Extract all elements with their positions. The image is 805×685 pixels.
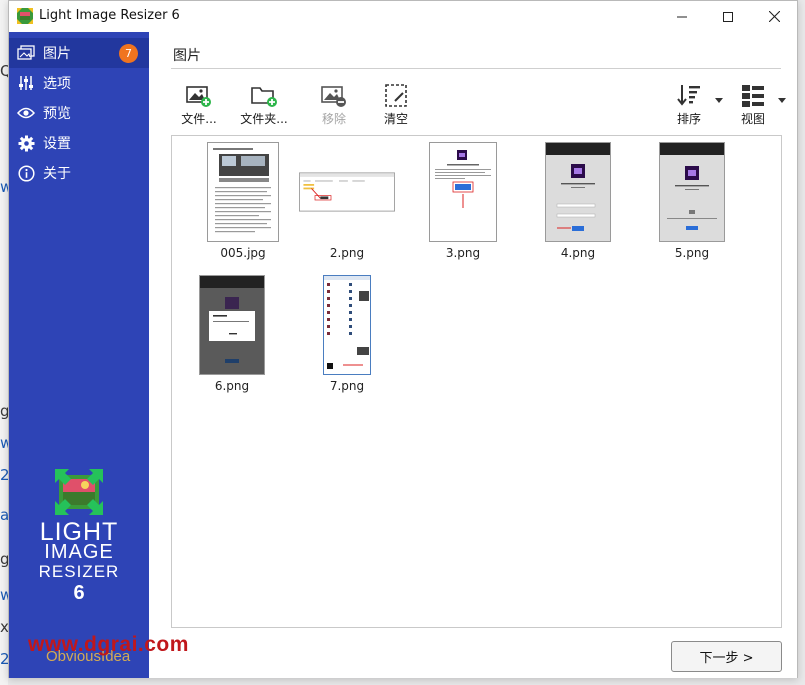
main-panel: 图片 文件... 文件夹... 移除 清空 排序 视图 005.jpg 2.pn… [149, 32, 797, 678]
window-title: Light Image Resizer 6 [39, 8, 180, 23]
sort-label: 排序 [676, 112, 701, 126]
remove-label: 移除 [321, 112, 346, 126]
sliders-icon [17, 74, 35, 92]
sidebar-item-pictures[interactable]: 图片 7 [9, 38, 149, 68]
minimize-icon [677, 16, 687, 17]
screenshot-thumbnail [429, 142, 497, 242]
add-folder-label: 文件夹... [240, 112, 288, 126]
next-step-button[interactable]: 下一步 > [671, 641, 782, 672]
document-thumbnail [207, 142, 279, 242]
clear-icon [385, 84, 407, 107]
eye-icon [17, 104, 35, 122]
sidebar-item-label: 选项 [43, 76, 71, 92]
add-files-label: 文件... [181, 112, 217, 126]
sidebar-item-options[interactable]: 选项 [9, 68, 149, 98]
view-button[interactable]: 视图 [723, 84, 783, 128]
image-filename: 5.png [674, 246, 710, 260]
screenshot-thumbnail [659, 142, 725, 242]
remove-image-icon [321, 86, 346, 107]
thumbnail-frame [644, 142, 740, 242]
page-title: 图片 [173, 48, 201, 64]
image-thumbnail-2-png[interactable]: 2.png [299, 142, 395, 262]
light-image-resizer-logo [55, 469, 103, 515]
thumbnail-frame [184, 275, 280, 375]
image-filename: 3.png [445, 246, 481, 260]
view-dropdown-chevron-icon[interactable] [778, 98, 786, 103]
image-thumbnail-6-png[interactable]: 6.png [184, 275, 280, 395]
maximize-icon [723, 11, 733, 22]
image-filename: 005.jpg [220, 246, 266, 260]
sidebar-item-preview[interactable]: 预览 [9, 98, 149, 128]
sidebar-item-label: 设置 [43, 136, 71, 152]
sidebar-item-label: 关于 [43, 166, 71, 182]
thumbnail-frame [530, 142, 626, 242]
view-label: 视图 [740, 112, 765, 126]
thumbnail-frame [299, 275, 395, 375]
close-button[interactable] [751, 1, 797, 32]
thumbnail-frame [415, 142, 511, 242]
info-icon [17, 164, 35, 182]
watermark: www.dgrai.com [28, 633, 189, 656]
image-filename: 4.png [560, 246, 596, 260]
image-list[interactable]: 005.jpg 2.png 3.png 4.png 5.png 6.png 7.… [171, 135, 782, 628]
sidebar-item-label: 预览 [43, 106, 71, 122]
minimize-button[interactable] [659, 1, 705, 32]
app-logo-icon [17, 8, 33, 24]
screenshot-thumbnail [199, 275, 265, 375]
screenshot-thumbnail [323, 275, 371, 375]
image-thumbnail-5-png[interactable]: 5.png [644, 142, 740, 262]
image-filename: 2.png [329, 246, 365, 260]
background-window-edge [0, 0, 8, 685]
image-thumbnail-005-jpg[interactable]: 005.jpg [195, 142, 291, 262]
title-bar[interactable]: Light Image Resizer 6 [9, 1, 797, 32]
close-icon [768, 11, 780, 22]
sidebar-item-settings[interactable]: 设置 [9, 128, 149, 158]
sort-icon [677, 85, 700, 106]
add-files-button[interactable]: 文件... [169, 84, 229, 128]
image-thumbnail-4-png[interactable]: 4.png [530, 142, 626, 262]
sidebar-item-about[interactable]: 关于 [9, 158, 149, 188]
thumbnail-frame [195, 142, 291, 242]
pictures-icon [17, 44, 35, 62]
add-folder-icon [251, 87, 277, 107]
divider [171, 68, 781, 69]
view-list-icon [742, 85, 764, 107]
clear-label: 清空 [383, 112, 408, 126]
image-filename: 7.png [329, 379, 365, 393]
gear-icon [17, 134, 35, 152]
sort-dropdown-chevron-icon[interactable] [715, 98, 723, 103]
brand-name-line: IMAGE [44, 541, 114, 563]
maximize-button[interactable] [705, 1, 751, 32]
screenshot-thumbnail [299, 172, 395, 212]
app-window: Light Image Resizer 6 图片 7 选项 预览 设置 关于 L… [8, 0, 798, 678]
screenshot-thumbnail [545, 142, 611, 242]
image-count-badge: 7 [119, 44, 138, 63]
add-folder-button[interactable]: 文件夹... [234, 84, 294, 128]
image-filename: 6.png [214, 379, 250, 393]
thumbnail-frame [299, 142, 395, 242]
image-thumbnail-7-png[interactable]: 7.png [299, 275, 395, 395]
brand-version: 6 [73, 582, 85, 604]
add-image-icon [186, 86, 211, 107]
sort-button[interactable]: 排序 [659, 84, 719, 128]
brand-name-line: RESIZER [38, 562, 120, 581]
image-thumbnail-3-png[interactable]: 3.png [415, 142, 511, 262]
sidebar: 图片 7 选项 预览 设置 关于 LIGHT IMAGE RESIZER 6 [9, 32, 149, 678]
clear-button[interactable]: 清空 [366, 84, 426, 128]
remove-button[interactable]: 移除 [304, 84, 364, 128]
sidebar-item-label: 图片 [43, 46, 71, 62]
